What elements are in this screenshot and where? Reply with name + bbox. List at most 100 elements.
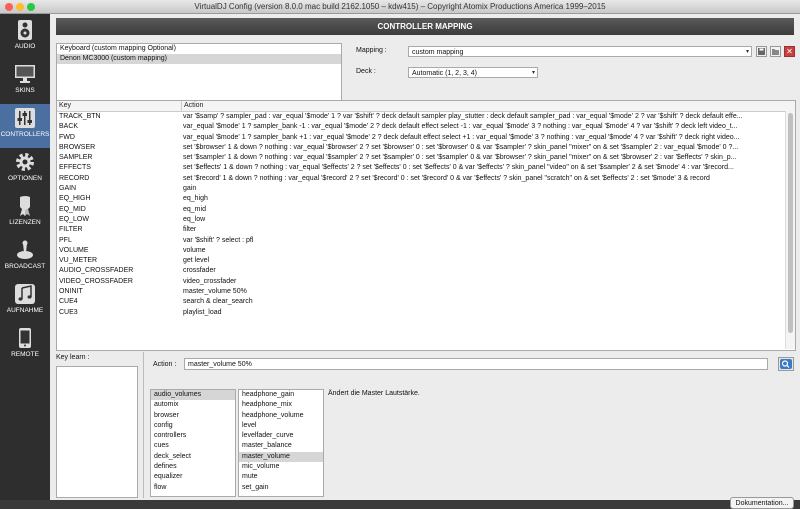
table-row[interactable]: TRACK_BTN var '$samp' ? sampler_pad : var… [57,112,795,122]
sidebar-item-controllers[interactable]: CONTROLLERS [0,104,50,148]
device-item[interactable]: Keyboard (custom mapping Optional) [57,44,341,54]
table-row[interactable]: BROWSER set '$browser' 1 & down ? nothing… [57,143,795,153]
delete-mapping-button[interactable]: ✕ [784,46,795,57]
action-label: Action : [153,361,177,368]
edit-mapping-button[interactable] [770,46,781,57]
mapping-value: custom mapping [412,49,464,56]
table-row[interactable]: GAIN gain [57,184,795,194]
deck-select[interactable]: Automatic (1, 2, 3, 4) ▾ [408,67,538,78]
phone-icon [19,328,31,348]
window-titlebar: VirtualDJ Config (version 8.0.0 mac buil… [0,0,800,14]
mapping-label: Mapping : [356,47,387,54]
row-key: RECORD [59,174,90,182]
list-item[interactable]: headphone_gain [239,390,323,400]
column-header-key[interactable]: Key [59,101,71,111]
list-item[interactable]: set_gain [239,483,323,493]
table-row[interactable]: EQ_LOW eq_low [57,215,795,225]
table-row[interactable]: RECORD set '$record' 1 & down ? nothing :… [57,174,795,184]
list-item[interactable]: mic_volume [239,462,323,472]
table-row[interactable]: FILTER filter [57,225,795,235]
deck-label: Deck : [356,68,376,75]
window-title: VirtualDJ Config (version 8.0.0 mac buil… [194,2,606,11]
sidebar-item-remote[interactable]: REMOTE [0,324,50,368]
table-row[interactable]: EQ_MID eq_mid [57,205,795,215]
sidebar-item-optionen[interactable]: OPTIONEN [0,148,50,192]
chevron-down-icon: ▾ [745,49,749,55]
zoom-window-button[interactable] [27,3,35,11]
table-row[interactable]: EQ_HIGH eq_high [57,194,795,204]
broadcast-icon [17,240,33,259]
list-item[interactable]: automix [151,400,235,410]
sidebar-item-label: CONTROLLERS [0,131,50,138]
table-row[interactable]: EFFECTS set '$effects' 1 & down ? nothing… [57,163,795,173]
list-item[interactable]: level [239,421,323,431]
sidebar-item-label: AUDIO [14,43,36,50]
table-scrollbar[interactable] [785,111,795,349]
sidebar-item-label: OPTIONEN [8,175,42,182]
row-key: VOLUME [59,246,89,254]
table-row[interactable]: PFL var '$shift' ? select : pfl [57,236,795,246]
sidebar-item-lizenzen[interactable]: LIZENZEN [0,192,50,236]
table-row[interactable]: CUE4 search & clear_search [57,297,795,307]
license-icon [20,196,30,216]
row-key: TRACK_BTN [59,113,101,120]
row-key: VU_METER [59,257,98,265]
list-item[interactable]: levelfader_curve [239,431,323,441]
key-learn-box[interactable] [56,366,138,498]
column-divider[interactable] [181,101,182,111]
list-item[interactable]: flow [151,483,235,493]
list-item[interactable]: browser [151,411,235,421]
list-item[interactable]: headphone_volume [239,411,323,421]
sidebar: AUDIO SKINS CONTROLLERS OPTIONEN LIZENZE… [0,14,50,500]
list-item[interactable]: cues [151,441,235,451]
mapping-combo[interactable]: custom mapping ▾ [408,46,752,57]
list-item[interactable]: config [151,421,235,431]
list-item[interactable]: headphone_mix [239,400,323,410]
table-row[interactable]: BACK var_equal '$mode' 1 ? sampler_bank -… [57,122,795,132]
row-key: AUDIO_CROSSFADER [59,267,134,275]
controller-mapping-panel: CONTROLLER MAPPING Keyboard (custom mapp… [50,14,800,509]
row-action: crossfader [183,267,216,275]
list-item[interactable]: deck_select [151,452,235,462]
list-item[interactable]: mute [239,472,323,482]
list-item[interactable]: master_balance [239,441,323,451]
column-header-action[interactable]: Action [184,101,203,111]
list-item[interactable]: defines [151,462,235,472]
sidebar-item-skins[interactable]: SKINS [0,60,50,104]
table-row[interactable]: VOLUME volume [57,246,795,256]
list-item[interactable]: audio_volumes [151,390,235,401]
scrollbar-thumb[interactable] [788,113,793,333]
list-item[interactable]: controllers [151,431,235,441]
sidebar-item-aufnahme[interactable]: AUFNAHME [0,280,50,324]
row-action: master_volume 50% [183,288,247,296]
close-window-button[interactable] [5,3,13,11]
documentation-button[interactable]: Dokumentation... [730,497,794,509]
table-row[interactable]: VU_METER get level [57,256,795,266]
device-list[interactable]: Keyboard (custom mapping Optional) Denon… [56,43,342,107]
minimize-window-button[interactable] [16,3,24,11]
category-list[interactable]: audio_volumes automix browser config control… [150,389,236,497]
table-row[interactable]: SAMPLER set '$sampler' 1 & down ? nothing… [57,153,795,163]
table-row[interactable]: AUDIO_CROSSFADER crossfader [57,266,795,276]
list-item[interactable]: master_volume [239,451,323,463]
table-row[interactable]: FWD var_equal '$mode' 1 ? sampler_bank +1… [57,133,795,143]
row-action: gain [183,185,197,193]
sidebar-item-label: AUFNAHME [6,307,44,314]
verb-list[interactable]: headphone_gain headphone_mix headphone_vol… [238,389,324,497]
panel-header: CONTROLLER MAPPING [56,18,794,35]
search-button[interactable] [778,357,794,371]
row-action: set '$effects' 1 & down ? nothing : var_… [183,164,734,172]
sidebar-item-audio[interactable]: AUDIO [0,16,50,60]
device-item[interactable]: Denon MC3000 (custom mapping) [57,54,341,64]
action-input[interactable]: master_volume 50% [184,358,768,370]
save-mapping-button[interactable] [756,46,767,57]
list-item[interactable]: equalizer [151,472,235,482]
table-row[interactable]: ONINIT master_volume 50% [57,287,795,297]
sidebar-item-broadcast[interactable]: BROADCAST [0,236,50,280]
table-row[interactable]: CUE3 playlist_load [57,308,795,318]
row-action: search & clear_search [183,298,253,306]
table-row[interactable]: VIDEO_CROSSFADER video_crossfader [57,277,795,287]
row-key: ONINIT [59,288,83,296]
row-action: var '$samp' ? sampler_pad : var_equal '$… [183,113,743,120]
row-key: BACK [59,123,79,131]
